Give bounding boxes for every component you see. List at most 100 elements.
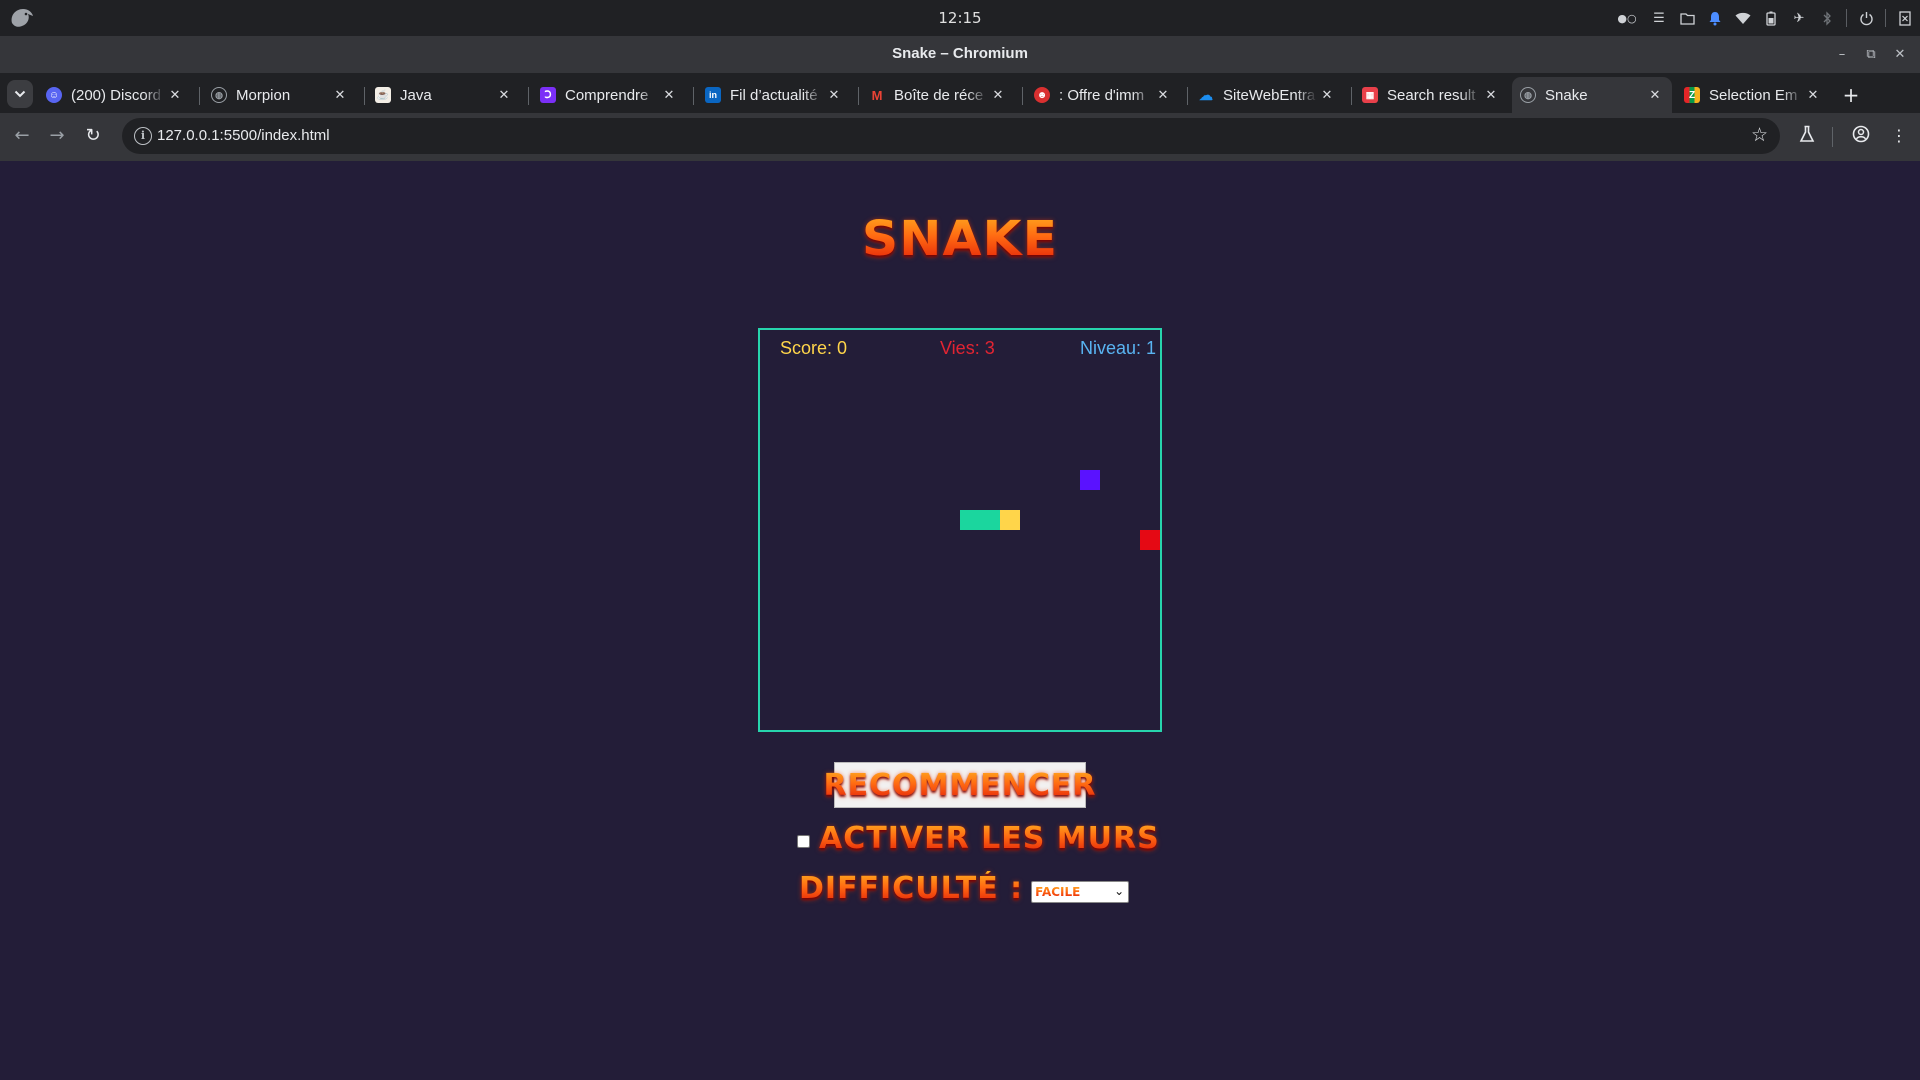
tab-close-icon[interactable]: ✕ <box>331 86 349 104</box>
bell-icon[interactable] <box>1706 9 1724 27</box>
site-info-icon[interactable]: i <box>134 127 152 145</box>
globe-icon: ◍ <box>1520 87 1536 103</box>
os-top-bar: 12:15 ●○ ☰ ✈ <box>0 0 1920 36</box>
tab-search-result[interactable]: ▦ Search result ✕ <box>1354 77 1508 113</box>
game-title: SNAKE <box>861 211 1059 267</box>
tab-offre[interactable]: ☻ : Offre d'imm ✕ <box>1026 77 1180 113</box>
address-bar[interactable]: i 127.0.0.1:5500/index.html ☆ <box>122 118 1780 154</box>
tab-label: Snake <box>1545 86 1588 104</box>
linkedin-icon: in <box>705 87 721 103</box>
tab-close-icon[interactable]: ✕ <box>825 86 843 104</box>
tab-close-icon[interactable]: ✕ <box>660 86 678 104</box>
tab-label: Search result <box>1387 86 1476 104</box>
menu-icon[interactable]: ☰ <box>1650 9 1668 27</box>
restart-label-wrap: RECOMMENCER <box>823 768 1096 803</box>
close-window-icon[interactable]: ✕ <box>1890 45 1910 65</box>
tab-divider <box>199 87 200 105</box>
new-tab-button[interactable]: + <box>1839 83 1863 107</box>
airplane-icon[interactable]: ✈ <box>1790 9 1808 27</box>
walls-checkbox[interactable] <box>797 834 810 848</box>
minimize-icon[interactable]: – <box>1832 45 1852 65</box>
walls-label[interactable]: ACTIVER LES MURS <box>819 821 1160 856</box>
game-board[interactable]: Score: 0 Vies: 3 Niveau: 1 <box>758 328 1162 732</box>
level-display: Niveau: 1 <box>1079 338 1156 358</box>
tab-java[interactable]: ☕ Java ✕ <box>367 77 521 113</box>
tab-label: Java <box>400 86 432 104</box>
globe-icon: ◍ <box>211 87 227 103</box>
java-icon: ☕ <box>375 87 391 103</box>
tab-comprendre[interactable]: Ↄ Comprendre ✕ <box>532 77 686 113</box>
folder-icon[interactable] <box>1678 9 1696 27</box>
tab-divider <box>364 87 365 105</box>
tab-close-icon[interactable]: ✕ <box>989 86 1007 104</box>
snake-head <box>1000 510 1020 530</box>
restart-label: RECOMMENCER <box>823 767 1097 803</box>
battery-icon[interactable] <box>1762 9 1780 27</box>
window-title: Snake – Chromium <box>892 45 1028 62</box>
record-indicator-icon[interactable]: ●○ <box>1614 9 1640 27</box>
bookmark-star-icon[interactable]: ☆ <box>1751 124 1768 146</box>
tab-discord[interactable]: ☺ (200) Discord ✕ <box>38 77 192 113</box>
difficulty-select[interactable]: FACILE ⌄ <box>1031 881 1130 903</box>
difficulty-label: DIFFICULTÉ : <box>799 870 1024 906</box>
tab-label: SiteWebEntra <box>1223 86 1316 104</box>
score-display: Score: 0 <box>780 338 848 358</box>
tab-close-icon[interactable]: ✕ <box>1646 86 1664 104</box>
tab-gmail[interactable]: M Boîte de réce ✕ <box>861 77 1015 113</box>
more-menu-icon[interactable]: ⋮ <box>1888 125 1910 147</box>
forward-arrow-icon[interactable]: → <box>45 124 69 148</box>
bluetooth-icon[interactable] <box>1818 9 1836 27</box>
restore-icon[interactable]: ⧉ <box>1861 45 1881 65</box>
tab-morpion[interactable]: ◍ Morpion ✕ <box>203 77 357 113</box>
chevron-down-icon: ⌄ <box>1114 884 1125 898</box>
tab-linkedin[interactable]: in Fil d’actualité ✕ <box>697 77 851 113</box>
browser-toolbar: ← → ↻ i 127.0.0.1:5500/index.html ☆ ⋮ <box>0 113 1920 161</box>
tab-close-icon[interactable]: ✕ <box>166 86 184 104</box>
profile-icon[interactable] <box>1850 125 1872 147</box>
tab-close-icon[interactable]: ✕ <box>495 86 513 104</box>
tab-label: Comprendre <box>565 86 649 104</box>
tab-close-icon[interactable]: ✕ <box>1154 86 1172 104</box>
tray-divider <box>1846 9 1847 27</box>
tab-close-icon[interactable]: ✕ <box>1482 86 1500 104</box>
c-icon: Ↄ <box>540 87 556 103</box>
labs-flask-icon[interactable] <box>1796 125 1818 147</box>
tab-close-icon[interactable]: ✕ <box>1318 86 1336 104</box>
game-title-wrap: SNAKE <box>0 211 1920 267</box>
tab-label: (200) Discord <box>71 86 162 104</box>
walls-label-wrap: ACTIVER LES MURS <box>819 821 1160 856</box>
cloud-icon: ☁ <box>1199 86 1213 103</box>
discord-icon: ☺ <box>46 87 62 103</box>
tab-strip: ☺ (200) Discord ✕ ◍ Morpion ✕ ☕ Java ✕ Ↄ… <box>0 73 1920 113</box>
back-arrow-icon[interactable]: ← <box>10 124 34 148</box>
tab-label: Boîte de réce <box>894 86 984 104</box>
tab-divider <box>1187 87 1188 105</box>
reload-icon[interactable]: ↻ <box>81 124 105 148</box>
tab-search-button[interactable] <box>7 80 33 108</box>
restart-button[interactable]: RECOMMENCER <box>823 762 1096 808</box>
tab-selection[interactable]: Z Selection Em ✕ <box>1676 77 1830 113</box>
gmail-icon: M <box>871 87 883 103</box>
tab-sitewebentra[interactable]: ☁ SiteWebEntra ✕ <box>1190 77 1344 113</box>
url-text[interactable]: 127.0.0.1:5500/index.html <box>157 127 330 144</box>
tab-snake[interactable]: ◍ Snake ✕ <box>1512 77 1672 113</box>
difficulty-option: DIFFICULTÉ : FACILE ⌄ <box>799 868 1130 908</box>
snapchat-icon: ☻ <box>1034 87 1050 103</box>
store-icon: ▦ <box>1362 87 1378 103</box>
wifi-icon[interactable] <box>1734 9 1752 27</box>
power-icon[interactable] <box>1857 9 1875 27</box>
toolbar-divider <box>1832 127 1833 147</box>
zoho-icon: Z <box>1684 87 1700 103</box>
food-item <box>1080 470 1100 490</box>
tab-close-icon[interactable]: ✕ <box>1804 86 1822 104</box>
logout-icon[interactable] <box>1896 9 1914 27</box>
difficulty-value: FACILE <box>1035 885 1081 899</box>
tab-label: Morpion <box>236 86 291 104</box>
tab-divider <box>1022 87 1023 105</box>
walls-option: ACTIVER LES MURS <box>797 818 1160 858</box>
tab-divider <box>858 87 859 105</box>
chevron-down-icon <box>14 90 26 98</box>
page-content: SNAKE Score: 0 Vies: 3 Niveau: 1 RECOMME… <box>0 161 1920 1080</box>
tab-divider <box>1351 87 1352 105</box>
tab-divider <box>528 87 529 105</box>
